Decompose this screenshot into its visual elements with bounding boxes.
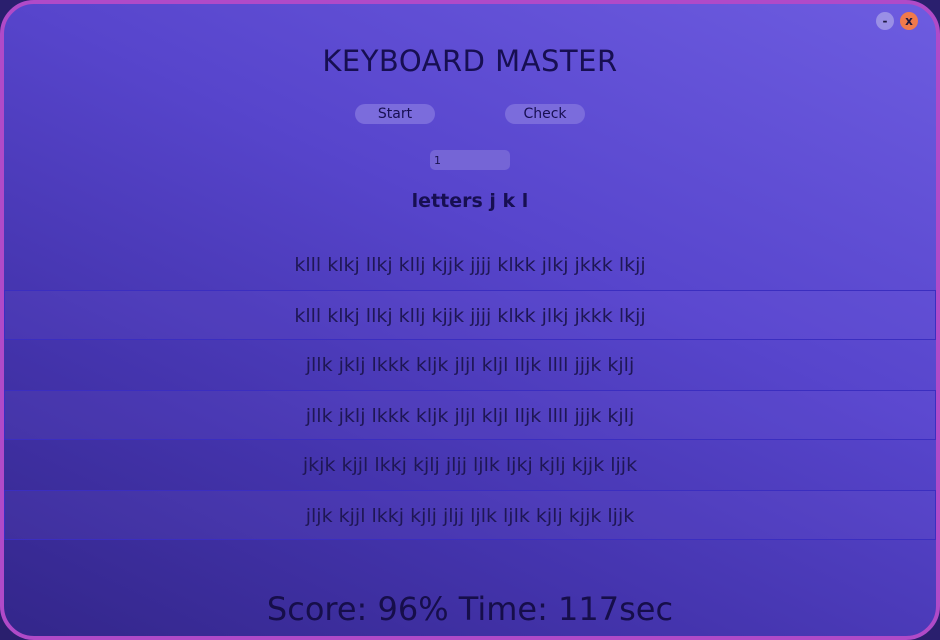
close-button[interactable]: x [900,12,918,30]
typing-line-2[interactable]: jllk jklj lkkk kljk jljl kljl lljk llll … [4,390,936,440]
typing-line-3[interactable]: jljk kjjl lkkj kjlj jljj ljlk ljlk kjlj … [4,490,936,540]
window-controls: - x [876,12,918,30]
lesson-subtitle: letters j k l [411,190,529,212]
score-time-display: Score: 96% Time: 117sec [266,590,674,628]
start-button[interactable]: Start [355,104,435,124]
typing-line-1[interactable]: klll klkj llkj kllj kjjk jjjj klkk jlkj … [4,290,936,340]
target-line-1: klll klkj llkj kllj kjjk jjjj klkk jlkj … [294,254,646,276]
exercise-lines: klll klkj llkj kllj kjjk jjjj klkk jlkj … [4,240,936,540]
app-window: - x KEYBOARD MASTER Start Check letters … [0,0,940,640]
action-buttons: Start Check [4,100,936,124]
minimize-button[interactable]: - [876,12,894,30]
target-line-3: jkjk kjjl lkkj kjlj jljj ljlk ljkj kjlj … [302,454,638,476]
check-button[interactable]: Check [505,104,585,124]
level-input[interactable] [430,150,510,170]
target-line-2: jllk jklj lkkk kljk jljl kljl lljk llll … [305,354,635,376]
page-title: KEYBOARD MASTER [322,44,618,78]
